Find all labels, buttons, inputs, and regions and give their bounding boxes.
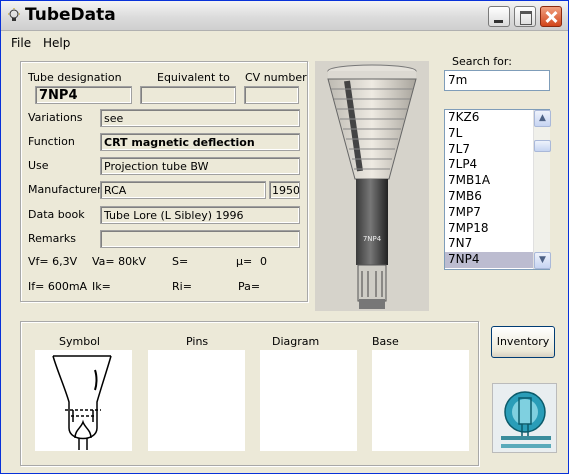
databook-field[interactable]: Tube Lore (L Sibley) 1996 (100, 206, 300, 224)
pins-label: Pins (186, 335, 209, 348)
lightbulb-icon (7, 8, 21, 24)
menu-help-label: Help (43, 36, 71, 50)
base-pane (372, 350, 469, 451)
menu-file-label: File (11, 36, 32, 50)
diagram-pane (260, 350, 357, 451)
mu-label: µ= (236, 255, 253, 268)
window-title: TubeData (25, 5, 116, 25)
list-item[interactable]: 7N7 (445, 236, 533, 252)
equivalent-field[interactable] (140, 86, 236, 104)
mu-value: 0 (260, 255, 267, 268)
scroll-up-button[interactable]: ▲ (534, 110, 551, 127)
year-field[interactable]: 1950 (269, 181, 300, 199)
diagram-label: Diagram (272, 335, 320, 348)
variations-field[interactable]: see (100, 109, 300, 127)
tube-designation-label: Tube designation (28, 71, 122, 84)
if-value: If= 600mA (28, 280, 88, 293)
close-button[interactable] (540, 6, 562, 27)
minimize-button[interactable] (488, 6, 510, 27)
tube-listbox[interactable]: 7KZ6 7L 7L7 7LP4 7MB1A 7MB6 7MP7 7MP18 7N7 7NP4 ▲… (444, 109, 551, 270)
symbol-label: Symbol (59, 335, 100, 348)
tube-list-items: 7KZ6 7L 7L7 7LP4 7MB1A 7MB6 7MP7 7MP18 7N7 7NP4 (445, 110, 533, 268)
pins-pane (148, 350, 245, 451)
function-label: Function (28, 135, 75, 148)
s-value: S= (172, 255, 189, 268)
list-item[interactable]: 7NP4 (445, 252, 533, 268)
title-bar[interactable]: TubeData (1, 1, 568, 31)
ik-value: Ik= (92, 280, 111, 293)
scroll-down-button[interactable]: ▼ (534, 252, 551, 269)
tube-photo: 7NP4 (315, 61, 429, 311)
cv-number-field[interactable] (244, 86, 299, 104)
use-label: Use (28, 159, 49, 172)
search-label: Search for: (452, 55, 512, 68)
list-scrollbar[interactable]: ▲ ▼ (533, 110, 551, 269)
list-item[interactable]: 7MB1A (445, 173, 533, 189)
manufacturer-label: Manufacturer (28, 183, 102, 196)
function-field[interactable]: CRT magnetic deflection (100, 133, 300, 151)
search-input[interactable]: 7m (444, 70, 550, 91)
menu-file[interactable]: File (11, 36, 31, 50)
tube-designation-field[interactable]: 7NP4 (35, 86, 132, 104)
cv-number-label: CV number (245, 71, 307, 84)
menu-bar: File Help (1, 32, 568, 52)
ri-value: Ri= (172, 280, 192, 293)
tube-logo-icon (492, 383, 557, 453)
list-item[interactable]: 7MB6 (445, 189, 533, 205)
photo-tube-label: 7NP4 (363, 235, 382, 243)
remarks-label: Remarks (28, 232, 76, 245)
manufacturer-field[interactable]: RCA (100, 181, 266, 199)
use-field[interactable]: Projection tube BW (100, 157, 300, 175)
equivalent-label: Equivalent to (157, 71, 230, 84)
variations-label: Variations (28, 111, 83, 124)
inventory-button[interactable]: Inventory (491, 326, 555, 358)
remarks-field[interactable] (100, 230, 300, 248)
app-window: TubeData File Help Tube designation Equi… (0, 0, 569, 474)
base-label: Base (372, 335, 399, 348)
crt-symbol-icon (52, 355, 112, 450)
va-value: Va= 80kV (92, 255, 147, 268)
list-item[interactable]: 7KZ6 (445, 110, 533, 126)
list-item[interactable]: 7MP18 (445, 221, 533, 237)
menu-help[interactable]: Help (43, 36, 70, 50)
list-item[interactable]: 7MP7 (445, 205, 533, 221)
pa-value: Pa= (238, 280, 261, 293)
list-item[interactable]: 7L7 (445, 142, 533, 158)
scroll-thumb[interactable] (534, 140, 551, 152)
databook-label: Data book (28, 208, 85, 221)
vf-value: Vf= 6,3V (28, 255, 78, 268)
list-item[interactable]: 7LP4 (445, 157, 533, 173)
list-item[interactable]: 7L (445, 126, 533, 142)
symbol-pane (35, 350, 132, 451)
maximize-button[interactable] (514, 6, 536, 27)
